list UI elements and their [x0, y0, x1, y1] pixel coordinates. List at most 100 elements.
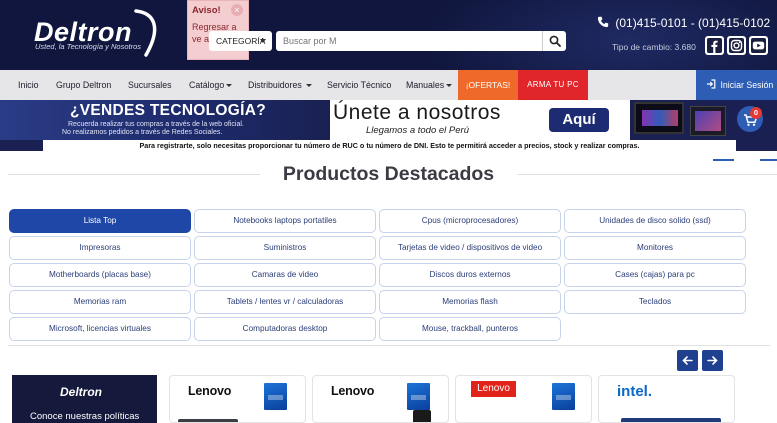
category-button[interactable]: Microsoft, licencias virtuales [9, 317, 191, 341]
strip-right-edge [736, 140, 777, 151]
category-button[interactable]: Mouse, trackball, punteros [379, 317, 561, 341]
promo-text: Conoce nuestras políticas [30, 411, 140, 422]
banner-join-text: Únete a nosotros [333, 101, 501, 124]
product-card[interactable]: Lenovo [312, 375, 449, 423]
nav-label: Catálogo [189, 80, 225, 90]
nav-label: Inicio [18, 80, 39, 90]
category-button[interactable]: Memorias flash [379, 290, 561, 314]
rtx-badge [413, 410, 431, 422]
brand-logo: Lenovo [331, 384, 375, 398]
product-card[interactable]: Lenovo [455, 375, 592, 423]
intel-core-badge [264, 383, 287, 410]
login-button[interactable]: Iniciar Sesión [696, 70, 777, 100]
divider-line [8, 345, 770, 346]
desktop-image [621, 418, 721, 422]
nav-catalogo[interactable]: Catálogo [189, 70, 233, 100]
cart-count-badge: 0 [750, 107, 762, 119]
banner-aqui-button[interactable]: Aquí [549, 108, 609, 132]
search-icon [549, 35, 561, 47]
category-button[interactable]: Tarjetas de video / dispositivos de vide… [379, 236, 561, 260]
notice-popup: Aviso! Regresar a ve anterior × [187, 0, 249, 60]
category-button[interactable]: Lista Top [9, 209, 191, 233]
banner-coverage-text: Llegamos a todo el Perú [366, 125, 469, 136]
promo-logo: Deltron [60, 385, 102, 399]
category-button[interactable]: Unidades de disco solido (ssd) [564, 209, 746, 233]
search-button[interactable] [542, 31, 566, 51]
nav-label: Sucursales [128, 80, 172, 90]
nav-label: Manuales [406, 80, 445, 90]
carousel-prev-button[interactable] [677, 350, 698, 371]
carousel-next-button[interactable] [702, 350, 723, 371]
category-button[interactable]: Suministros [194, 236, 376, 260]
nav-grupo-deltron[interactable]: Grupo Deltron [56, 70, 111, 100]
nav-sucursales[interactable]: Sucursales [128, 70, 172, 100]
nav-label: Distribuidores [248, 80, 302, 90]
youtube-icon [751, 38, 766, 53]
search-input[interactable] [276, 31, 542, 51]
main-nav: Inicio Grupo Deltron Sucursales Catálogo… [0, 70, 777, 100]
chevron-down-icon [260, 39, 266, 43]
laptop-image [178, 419, 238, 422]
notice-close-button[interactable]: × [231, 4, 243, 16]
ofertas-button[interactable]: ¡OFERTAS! [458, 70, 518, 100]
brand-logo: Lenovo [188, 384, 232, 398]
category-dropdown[interactable]: CATEGORÍA [209, 31, 272, 51]
banner-subtitle-1: Recuerda realizar tus compras a través d… [68, 121, 244, 128]
category-button[interactable]: Cpus (microprocesadores) [379, 209, 561, 233]
brand-logo: intel. [617, 383, 653, 400]
category-button[interactable]: Memorias ram [9, 290, 191, 314]
brand-logo: Lenovo [471, 381, 516, 397]
registration-notice: Para registrarte, solo necesitas proporc… [43, 140, 736, 151]
category-label: CATEGORÍA [216, 36, 266, 46]
nav-inicio[interactable]: Inicio [18, 70, 39, 100]
policies-promo-card[interactable]: Deltron Conoce nuestras políticas [12, 375, 157, 423]
phone-numbers: (01)415-0101 - (01)415-0102 [597, 16, 770, 30]
decorative-accent [713, 159, 734, 161]
chevron-down-icon [446, 84, 453, 87]
promo-banner[interactable]: ¿VENDES TECNOLOGÍA? Recuerda realizar tu… [0, 100, 777, 140]
decorative-accent [760, 159, 777, 161]
logo-swoosh-icon [134, 9, 157, 57]
product-card[interactable]: intel. [598, 375, 735, 423]
chevron-down-icon [305, 84, 312, 87]
arrow-left-icon [682, 356, 693, 365]
banner-title: ¿VENDES TECNOLOGÍA? [70, 102, 267, 119]
section-title: Productos Destacados [282, 163, 495, 185]
logo-tagline: Usted, la Tecnología y Nosotros [35, 42, 142, 51]
category-button[interactable]: Notebooks laptops portatiles [194, 209, 376, 233]
deltron-logo[interactable]: Deltron Usted, la Tecnología y Nosotros [32, 9, 160, 57]
category-button[interactable]: Monitores [564, 236, 746, 260]
category-button[interactable]: Tablets / lentes vr / calculadoras [194, 290, 376, 314]
category-button[interactable]: Impresoras [9, 236, 191, 260]
category-button[interactable]: Motherboards (placas base) [9, 263, 191, 287]
intel-core-badge [552, 383, 575, 410]
site-header: Deltron Usted, la Tecnología y Nosotros … [0, 0, 777, 70]
nav-label: Grupo Deltron [56, 80, 112, 90]
login-icon [707, 79, 716, 89]
instagram-link[interactable] [727, 36, 746, 55]
nav-label: Servicio Técnico [327, 80, 392, 90]
category-button[interactable]: Teclados [564, 290, 746, 314]
chevron-down-icon [226, 84, 233, 87]
login-label: Iniciar Sesión [720, 80, 774, 90]
category-button[interactable]: Cases (cajas) para pc [564, 263, 746, 287]
youtube-link[interactable] [749, 36, 768, 55]
nav-distribuidores[interactable]: Distribuidores [248, 70, 312, 100]
pc-case-image [690, 106, 726, 136]
monitor-image [634, 102, 684, 134]
exchange-rate: Tipo de cambio: 3.680 [612, 42, 696, 52]
facebook-link[interactable] [705, 36, 724, 55]
category-button[interactable]: Computadoras desktop [194, 317, 376, 341]
category-button[interactable]: Camaras de video [194, 263, 376, 287]
arma-tu-pc-button[interactable]: ARMA TU PC [518, 70, 588, 100]
phone-text: (01)415-0101 - (01)415-0102 [615, 16, 771, 30]
product-card[interactable]: Lenovo [169, 375, 306, 423]
arrow-right-icon [707, 356, 718, 365]
facebook-icon [707, 38, 722, 53]
nav-servicio-tecnico[interactable]: Servicio Técnico [327, 70, 391, 100]
strip-left-edge [0, 140, 43, 151]
intel-core-badge [407, 383, 430, 410]
nav-manuales[interactable]: Manuales [406, 70, 453, 100]
category-button[interactable]: Discos duros externos [379, 263, 561, 287]
instagram-icon [729, 38, 744, 53]
